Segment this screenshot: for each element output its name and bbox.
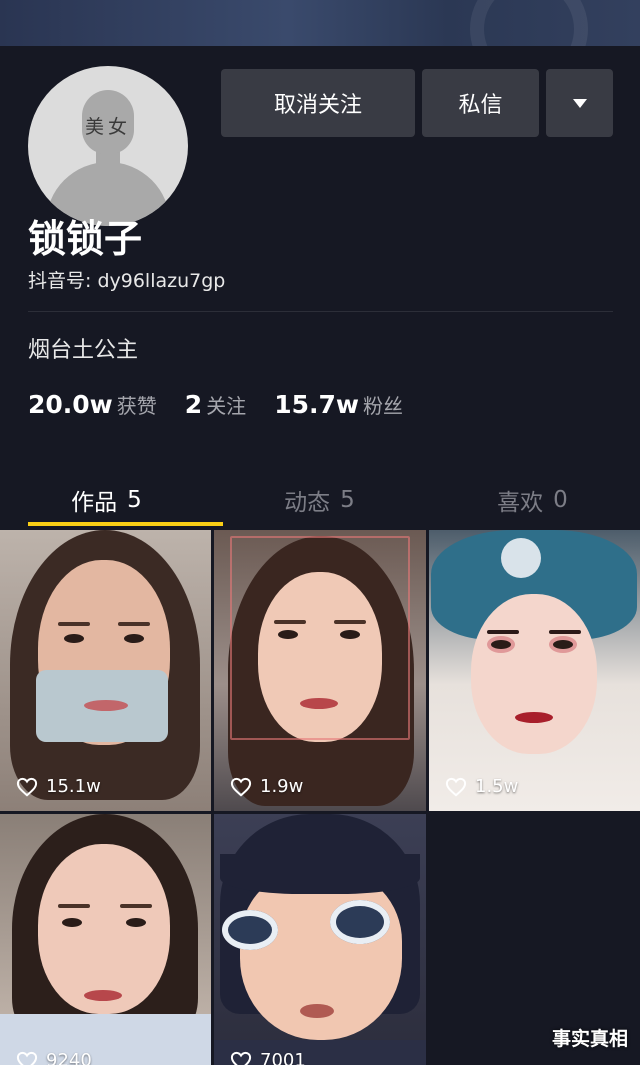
following-count[interactable]: 2 <box>185 390 202 419</box>
avatar[interactable]: 美女 <box>26 64 190 228</box>
video-thumbnail[interactable]: 15.1w <box>0 530 211 811</box>
video-grid: 15.1w 1.9w 1.5w 9240 7001 <box>0 530 640 1065</box>
avatar-text: 美女 <box>84 116 131 138</box>
tab-likes[interactable]: 喜欢 0 <box>426 470 639 530</box>
tab-likes-count: 0 <box>553 487 568 513</box>
unfollow-button[interactable]: 取消关注 <box>221 69 415 137</box>
likes-label: 获赞 <box>116 394 157 418</box>
heart-icon <box>230 1051 252 1065</box>
content-tabs: 作品 5 动态 5 喜欢 0 <box>0 470 640 530</box>
tab-activity-label: 动态 <box>284 490 331 516</box>
profile-header: 美女 取消关注 私信 锁锁子 抖音号: dy96llazu7gp 烟台土公主 2… <box>0 46 640 530</box>
video-likes-count: 1.9w <box>260 776 304 797</box>
douyin-id: 抖音号: dy96llazu7gp <box>28 270 226 292</box>
divider <box>28 311 613 312</box>
profile-stats: 20.0w 获赞 2 关注 15.7w 粉丝 <box>28 390 431 419</box>
video-likes: 9240 <box>16 1050 92 1065</box>
video-likes-count: 15.1w <box>46 776 101 797</box>
video-thumbnail[interactable]: 1.5w <box>429 530 640 811</box>
video-likes-count: 1.5w <box>475 776 519 797</box>
heart-icon <box>445 777 467 796</box>
active-tab-indicator <box>28 522 223 526</box>
following-label: 关注 <box>206 394 247 418</box>
message-button[interactable]: 私信 <box>422 69 539 137</box>
video-likes: 15.1w <box>16 776 101 797</box>
video-thumbnail[interactable]: 9240 <box>0 814 211 1065</box>
profile-name: 锁锁子 <box>28 217 143 261</box>
video-thumbnail[interactable]: 7001 <box>214 814 426 1065</box>
video-thumbnail[interactable]: 1.9w <box>214 530 426 811</box>
tab-works[interactable]: 作品 5 <box>0 470 213 530</box>
video-likes: 1.9w <box>230 776 303 797</box>
video-likes: 7001 <box>230 1050 306 1065</box>
tab-activity[interactable]: 动态 5 <box>213 470 426 530</box>
followers-label: 粉丝 <box>362 394 403 418</box>
video-likes: 1.5w <box>445 776 518 797</box>
video-likes-count: 9240 <box>46 1050 92 1065</box>
tab-activity-count: 5 <box>340 487 355 513</box>
heart-icon <box>16 777 38 796</box>
tab-works-count: 5 <box>127 487 142 513</box>
tab-works-label: 作品 <box>71 490 118 516</box>
watermark: 事实真相 <box>551 1028 628 1050</box>
heart-icon <box>16 1051 38 1065</box>
likes-count[interactable]: 20.0w <box>28 390 113 419</box>
profile-banner <box>0 0 640 88</box>
caret-down-icon <box>572 98 587 108</box>
video-likes-count: 7001 <box>260 1050 306 1065</box>
profile-bio: 烟台土公主 <box>28 338 139 363</box>
heart-icon <box>230 777 252 796</box>
more-options-button[interactable] <box>546 69 613 137</box>
followers-count[interactable]: 15.7w <box>274 390 359 419</box>
tab-likes-label: 喜欢 <box>497 490 544 516</box>
